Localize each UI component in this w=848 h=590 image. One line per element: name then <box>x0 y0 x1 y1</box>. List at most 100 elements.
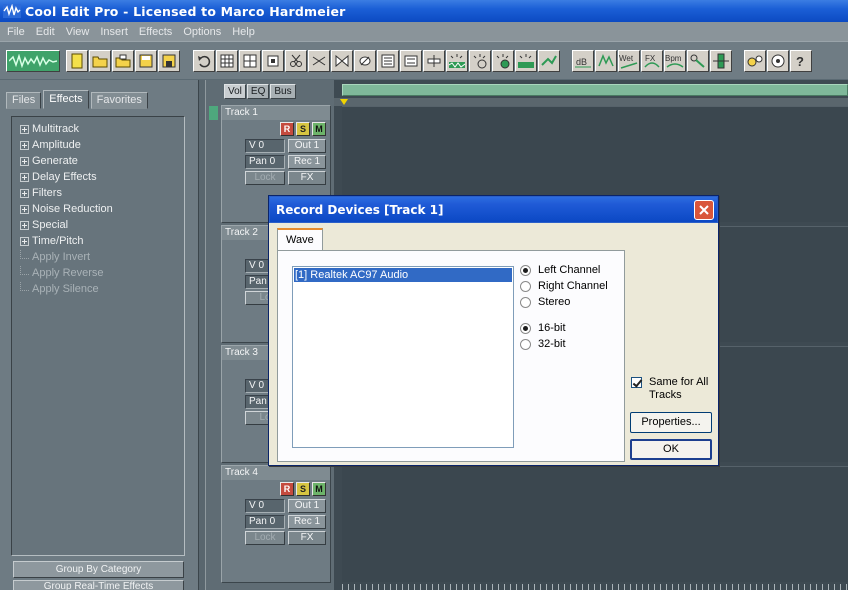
track-lane-4[interactable] <box>342 466 848 582</box>
expand-icon[interactable] <box>20 140 29 150</box>
help-button[interactable]: ? <box>790 50 812 72</box>
bpm-button[interactable]: Bpm <box>664 50 686 72</box>
radio-icon[interactable] <box>520 296 531 308</box>
cut-button[interactable] <box>285 50 307 72</box>
expand-icon[interactable] <box>20 124 29 134</box>
fx-2-button[interactable] <box>469 50 491 72</box>
right-channel-radio[interactable]: Right Channel <box>520 278 608 294</box>
lock-button[interactable]: Lock <box>245 531 285 545</box>
radio-selected-icon[interactable] <box>520 322 531 334</box>
expand-icon[interactable] <box>20 204 29 214</box>
tree-item-special[interactable]: Special <box>12 217 184 233</box>
output-button[interactable]: Out 1 <box>288 499 326 513</box>
tab-vol[interactable]: Vol <box>224 84 246 99</box>
save-button[interactable] <box>135 50 157 72</box>
expand-icon[interactable] <box>20 220 29 230</box>
playhead-marker-icon[interactable] <box>340 99 348 105</box>
view-1-button[interactable] <box>216 50 238 72</box>
record-input-button[interactable]: Rec 1 <box>288 515 326 529</box>
mute-button[interactable]: M <box>312 122 326 136</box>
view-2-button[interactable] <box>239 50 261 72</box>
panel-splitter[interactable] <box>198 80 206 590</box>
record-arm-button[interactable]: R <box>280 122 294 136</box>
view-3-button[interactable] <box>262 50 284 72</box>
tab-files[interactable]: Files <box>6 92 42 109</box>
undo-button[interactable] <box>193 50 215 72</box>
tree-item-filters[interactable]: Filters <box>12 185 184 201</box>
save-all-button[interactable] <box>158 50 180 72</box>
mix-button[interactable] <box>308 50 330 72</box>
expand-icon[interactable] <box>20 156 29 166</box>
fx-4-button[interactable] <box>515 50 537 72</box>
db-button[interactable]: dB <box>572 50 594 72</box>
tab-bus[interactable]: Bus <box>270 84 296 99</box>
merge-button[interactable] <box>331 50 353 72</box>
new-file-button[interactable] <box>66 50 88 72</box>
volume-field[interactable]: V 0 <box>245 499 285 513</box>
open-file-button[interactable] <box>89 50 111 72</box>
fx-5-button[interactable] <box>538 50 560 72</box>
tree-item-generate[interactable]: Generate <box>12 153 184 169</box>
checkbox-checked-icon[interactable] <box>631 377 642 388</box>
fx-button[interactable]: FX <box>641 50 663 72</box>
envelope-button[interactable] <box>354 50 376 72</box>
group-realtime-effects-button[interactable]: Group Real-Time Effects <box>13 580 184 590</box>
tree-item-noise-reduction[interactable]: Noise Reduction <box>12 201 184 217</box>
expand-icon[interactable] <box>20 236 29 246</box>
32-bit-radio[interactable]: 32-bit <box>520 336 566 352</box>
fx-button[interactable]: FX <box>288 171 326 185</box>
menu-effects[interactable]: Effects <box>134 26 178 38</box>
radio-icon[interactable] <box>520 338 531 350</box>
tab-eq[interactable]: EQ <box>246 84 270 99</box>
radio-selected-icon[interactable] <box>520 264 531 276</box>
menu-edit[interactable]: Edit <box>31 26 61 38</box>
open-append-button[interactable] <box>112 50 134 72</box>
timeline-overview[interactable] <box>342 84 848 96</box>
tab-wave[interactable]: Wave <box>277 228 323 250</box>
tab-favorites[interactable]: Favorites <box>90 92 148 109</box>
track-4[interactable]: Track 4 R S M V 0 Out 1 Pan 0 Rec 1 Lock… <box>221 465 331 583</box>
list-item[interactable]: [1] Realtek AC97 Audio <box>294 268 512 282</box>
left-channel-radio[interactable]: Left Channel <box>520 262 600 278</box>
mute-button[interactable]: M <box>312 482 326 496</box>
tree-item-delay-effects[interactable]: Delay Effects <box>12 169 184 185</box>
settings-button[interactable] <box>744 50 766 72</box>
mixdown-button[interactable] <box>377 50 399 72</box>
expand-icon[interactable] <box>20 172 29 182</box>
link-button[interactable] <box>687 50 709 72</box>
stereo-radio[interactable]: Stereo <box>520 294 570 310</box>
solo-button[interactable]: S <box>296 482 310 496</box>
radio-icon[interactable] <box>520 280 531 292</box>
fx-1-button[interactable] <box>446 50 468 72</box>
lock-button[interactable]: Lock <box>245 171 285 185</box>
record-input-button[interactable]: Rec 1 <box>288 155 326 169</box>
fx-3-button[interactable] <box>492 50 514 72</box>
volume-field[interactable]: V 0 <box>245 139 285 153</box>
device-list[interactable]: [1] Realtek AC97 Audio <box>292 266 514 448</box>
menu-file[interactable]: File <box>2 26 31 38</box>
solo-button[interactable]: S <box>296 122 310 136</box>
pan-field[interactable]: Pan 0 <box>245 155 285 169</box>
menu-options[interactable]: Options <box>178 26 227 38</box>
expand-icon[interactable] <box>20 188 29 198</box>
wet-button[interactable]: Wet <box>618 50 640 72</box>
properties-button[interactable]: Properties... <box>630 412 712 433</box>
ok-button[interactable]: OK <box>630 439 712 460</box>
16-bit-radio[interactable]: 16-bit <box>520 320 566 336</box>
pan-field[interactable]: Pan 0 <box>245 515 285 529</box>
cd-button[interactable] <box>767 50 789 72</box>
tree-item-apply-silence[interactable]: Apply Silence <box>12 281 184 297</box>
menu-help[interactable]: Help <box>227 26 261 38</box>
lr-button[interactable] <box>595 50 617 72</box>
tree-item-multitrack[interactable]: Multitrack <box>12 121 184 137</box>
close-button[interactable] <box>694 200 714 220</box>
menu-insert[interactable]: Insert <box>95 26 134 38</box>
track-eq-button[interactable] <box>400 50 422 72</box>
waveform-toggle-button[interactable] <box>6 50 60 72</box>
tree-item-apply-invert[interactable]: Apply Invert <box>12 249 184 265</box>
tree-item-apply-reverse[interactable]: Apply Reverse <box>12 265 184 281</box>
meter-button[interactable] <box>710 50 732 72</box>
tab-effects[interactable]: Effects <box>43 90 89 109</box>
record-arm-button[interactable]: R <box>280 482 294 496</box>
menu-view[interactable]: View <box>61 26 96 38</box>
